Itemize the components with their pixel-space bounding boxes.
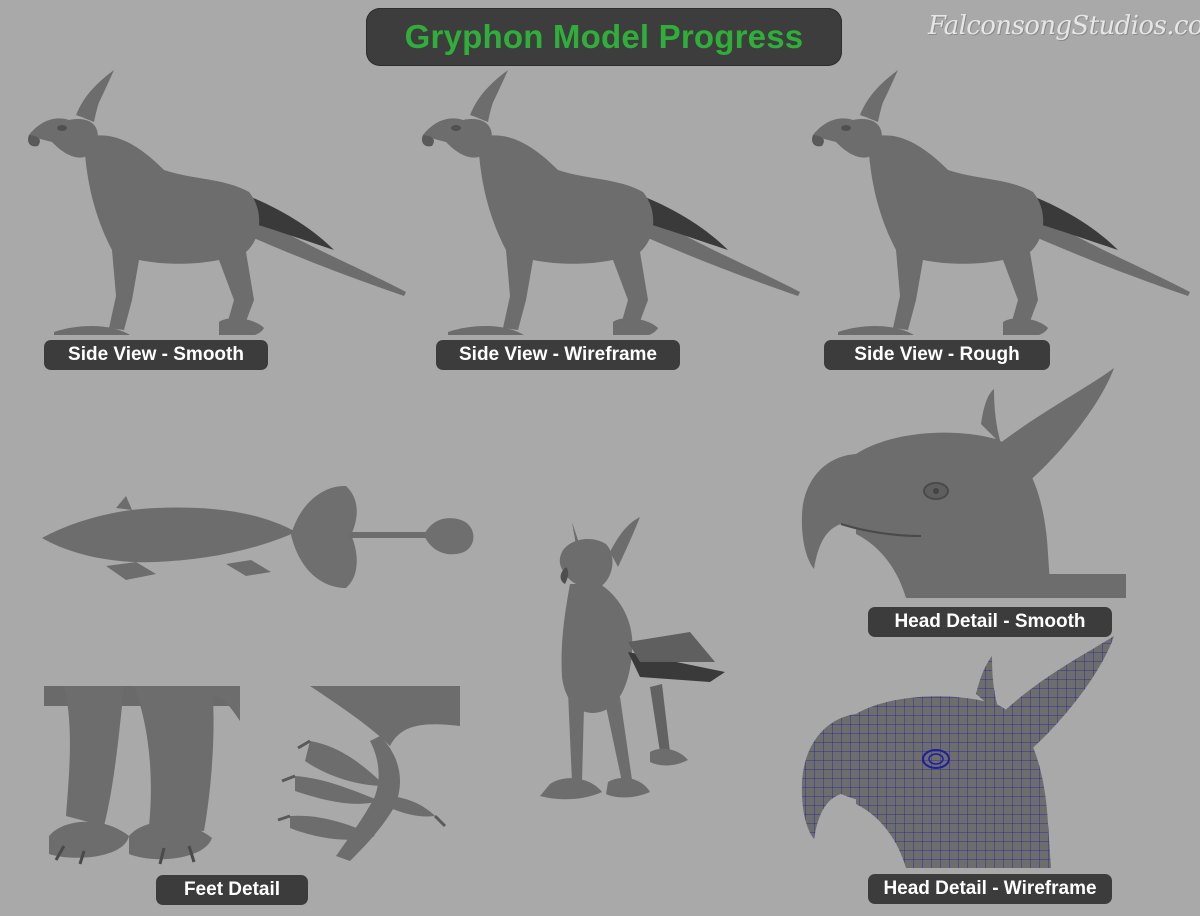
head-detail-wireframe-render	[796, 634, 1126, 868]
feet-detail-back-render	[44, 686, 240, 868]
side-view-rough-render	[798, 60, 1198, 335]
side-view-smooth-render	[14, 60, 414, 335]
head-detail-wireframe-label: Head Detail - Wireframe	[868, 874, 1112, 904]
brand-watermark: FalconsongStudios.com	[928, 11, 1200, 41]
side-view-smooth-label: Side View - Smooth	[44, 340, 268, 370]
head-detail-smooth-label: Head Detail - Smooth	[868, 607, 1112, 637]
feet-detail-front-render	[270, 686, 460, 868]
title-banner: Gryphon Model Progress	[366, 8, 842, 66]
page-title: Gryphon Model Progress	[404, 18, 804, 55]
side-view-wireframe-label: Side View - Wireframe	[436, 340, 680, 370]
side-view-wireframe-render	[408, 60, 808, 335]
head-detail-smooth-render	[796, 364, 1126, 598]
top-view-render	[36, 480, 486, 600]
feet-detail-label: Feet Detail	[156, 875, 308, 905]
front-view-render	[510, 512, 740, 812]
